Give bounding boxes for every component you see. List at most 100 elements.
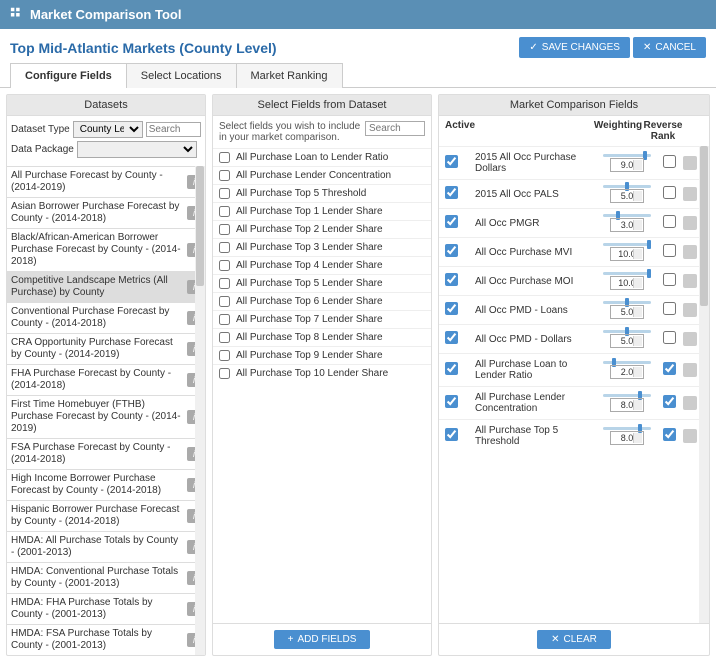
dataset-item[interactable]: Asian Borrower Purchase Forecast by Coun… bbox=[7, 197, 205, 228]
weight-slider[interactable] bbox=[603, 154, 651, 157]
reverse-rank-checkbox[interactable] bbox=[663, 186, 676, 199]
active-checkbox[interactable] bbox=[445, 186, 458, 199]
field-item[interactable]: All Purchase Top 9 Lender Share bbox=[213, 346, 431, 364]
cancel-button[interactable]: ✕ CANCEL bbox=[633, 37, 706, 58]
delete-icon[interactable] bbox=[683, 187, 697, 201]
fields-search-input[interactable] bbox=[365, 121, 425, 136]
field-checkbox[interactable] bbox=[219, 188, 230, 199]
weight-value[interactable]: 9.0 bbox=[610, 158, 644, 172]
weight-slider[interactable] bbox=[603, 243, 651, 246]
delete-icon[interactable] bbox=[683, 245, 697, 259]
field-item[interactable]: All Purchase Top 1 Lender Share bbox=[213, 202, 431, 220]
field-item[interactable]: All Purchase Top 5 Threshold bbox=[213, 184, 431, 202]
active-checkbox[interactable] bbox=[445, 331, 458, 344]
dataset-item[interactable]: Competitive Landscape Metrics (All Purch… bbox=[7, 271, 205, 302]
dataset-search-input[interactable] bbox=[146, 122, 201, 137]
active-checkbox[interactable] bbox=[445, 428, 458, 441]
reverse-rank-checkbox[interactable] bbox=[663, 395, 676, 408]
dataset-item[interactable]: FSA Purchase Forecast by County - (2014-… bbox=[7, 438, 205, 469]
weight-value[interactable]: 8.0 bbox=[610, 398, 644, 412]
weight-slider[interactable] bbox=[603, 330, 651, 333]
delete-icon[interactable] bbox=[683, 332, 697, 346]
dataset-item[interactable]: Hispanic Borrower Purchase Forecast by C… bbox=[7, 500, 205, 531]
field-checkbox[interactable] bbox=[219, 242, 230, 253]
field-item[interactable]: All Purchase Top 2 Lender Share bbox=[213, 220, 431, 238]
field-item[interactable]: All Purchase Top 10 Lender Share bbox=[213, 364, 431, 382]
weight-value[interactable]: 3.0 bbox=[610, 218, 644, 232]
dataset-item[interactable]: Black/African-American Borrower Purchase… bbox=[7, 228, 205, 271]
dataset-item[interactable]: CRA Opportunity Purchase Forecast by Cou… bbox=[7, 333, 205, 364]
dataset-item[interactable]: High Income Borrower Purchase Forecast b… bbox=[7, 469, 205, 500]
save-button[interactable]: ✓ SAVE CHANGES bbox=[519, 37, 630, 58]
delete-icon[interactable] bbox=[683, 216, 697, 230]
weight-value[interactable]: 10.0 bbox=[610, 247, 644, 261]
field-checkbox[interactable] bbox=[219, 368, 230, 379]
field-item[interactable]: All Purchase Loan to Lender Ratio bbox=[213, 148, 431, 166]
weight-slider[interactable] bbox=[603, 427, 651, 430]
active-checkbox[interactable] bbox=[445, 273, 458, 286]
weight-value[interactable]: 5.0 bbox=[610, 305, 644, 319]
field-item[interactable]: All Purchase Top 7 Lender Share bbox=[213, 310, 431, 328]
dataset-item[interactable]: FHA Purchase Forecast by County - (2014-… bbox=[7, 364, 205, 395]
field-checkbox[interactable] bbox=[219, 350, 230, 361]
dataset-item[interactable]: Conventional Purchase Forecast by County… bbox=[7, 302, 205, 333]
delete-icon[interactable] bbox=[683, 156, 697, 170]
reverse-rank-checkbox[interactable] bbox=[663, 244, 676, 257]
weight-value[interactable]: 5.0 bbox=[610, 189, 644, 203]
field-checkbox[interactable] bbox=[219, 152, 230, 163]
field-checkbox[interactable] bbox=[219, 260, 230, 271]
reverse-rank-checkbox[interactable] bbox=[663, 428, 676, 441]
field-checkbox[interactable] bbox=[219, 224, 230, 235]
tab-market-ranking[interactable]: Market Ranking bbox=[237, 63, 343, 88]
weight-value[interactable]: 2.0 bbox=[610, 365, 644, 379]
weight-slider[interactable] bbox=[603, 185, 651, 188]
dataset-item[interactable]: HMDA: Conventional Purchase Totals by Co… bbox=[7, 562, 205, 593]
reverse-rank-checkbox[interactable] bbox=[663, 302, 676, 315]
reverse-rank-checkbox[interactable] bbox=[663, 362, 676, 375]
weight-slider[interactable] bbox=[603, 301, 651, 304]
reverse-rank-checkbox[interactable] bbox=[663, 155, 676, 168]
delete-icon[interactable] bbox=[683, 396, 697, 410]
weight-slider[interactable] bbox=[603, 361, 651, 364]
active-checkbox[interactable] bbox=[445, 215, 458, 228]
active-checkbox[interactable] bbox=[445, 362, 458, 375]
weight-slider[interactable] bbox=[603, 272, 651, 275]
reverse-rank-checkbox[interactable] bbox=[663, 273, 676, 286]
tab-select-locations[interactable]: Select Locations bbox=[127, 63, 237, 88]
weight-value[interactable]: 8.0 bbox=[610, 431, 644, 445]
field-item[interactable]: All Purchase Top 5 Lender Share bbox=[213, 274, 431, 292]
active-checkbox[interactable] bbox=[445, 302, 458, 315]
field-checkbox[interactable] bbox=[219, 296, 230, 307]
dataset-type-select[interactable]: County Level bbox=[73, 121, 143, 138]
field-item[interactable]: All Purchase Lender Concentration bbox=[213, 166, 431, 184]
dataset-item[interactable]: HMDA: FSA Purchase Totals by County - (2… bbox=[7, 624, 205, 655]
weight-value[interactable]: 10.0 bbox=[610, 276, 644, 290]
field-checkbox[interactable] bbox=[219, 332, 230, 343]
add-fields-button[interactable]: + ADD FIELDS bbox=[274, 630, 371, 649]
delete-icon[interactable] bbox=[683, 303, 697, 317]
reverse-rank-checkbox[interactable] bbox=[663, 215, 676, 228]
active-checkbox[interactable] bbox=[445, 244, 458, 257]
dataset-item[interactable]: All Purchase Forecast by County - (2014-… bbox=[7, 166, 205, 197]
delete-icon[interactable] bbox=[683, 363, 697, 377]
field-item[interactable]: All Purchase Top 4 Lender Share bbox=[213, 256, 431, 274]
dataset-item[interactable]: HMDA: All Purchase Totals by County - (2… bbox=[7, 531, 205, 562]
delete-icon[interactable] bbox=[683, 429, 697, 443]
delete-icon[interactable] bbox=[683, 274, 697, 288]
clear-button[interactable]: ✕ CLEAR bbox=[537, 630, 611, 649]
field-item[interactable]: All Purchase Top 8 Lender Share bbox=[213, 328, 431, 346]
field-checkbox[interactable] bbox=[219, 314, 230, 325]
tab-configure-fields[interactable]: Configure Fields bbox=[10, 63, 127, 88]
reverse-rank-checkbox[interactable] bbox=[663, 331, 676, 344]
field-item[interactable]: All Purchase Top 3 Lender Share bbox=[213, 238, 431, 256]
field-item[interactable]: All Purchase Top 6 Lender Share bbox=[213, 292, 431, 310]
weight-slider[interactable] bbox=[603, 214, 651, 217]
field-checkbox[interactable] bbox=[219, 170, 230, 181]
data-package-select[interactable] bbox=[77, 141, 197, 158]
active-checkbox[interactable] bbox=[445, 155, 458, 168]
field-checkbox[interactable] bbox=[219, 206, 230, 217]
scrollbar[interactable] bbox=[699, 146, 709, 623]
active-checkbox[interactable] bbox=[445, 395, 458, 408]
field-checkbox[interactable] bbox=[219, 278, 230, 289]
weight-slider[interactable] bbox=[603, 394, 651, 397]
